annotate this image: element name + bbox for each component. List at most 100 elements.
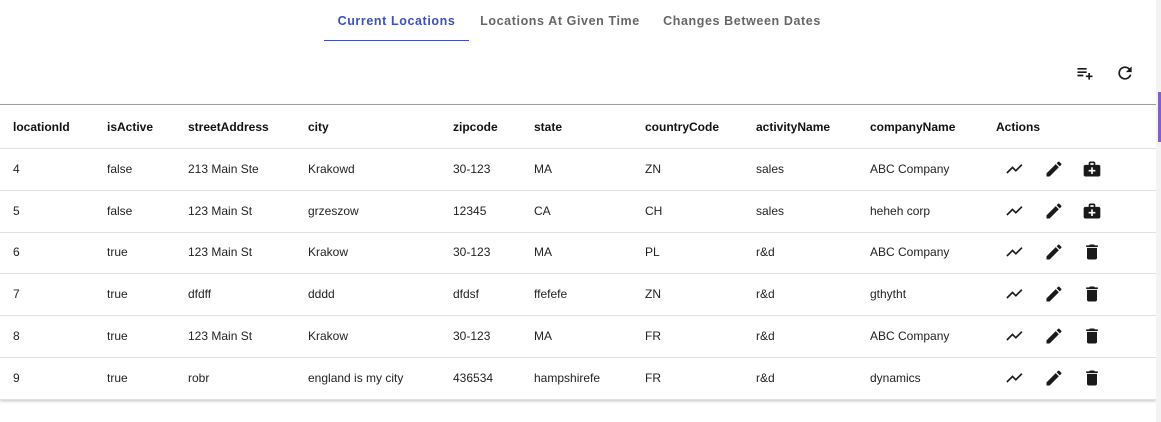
table-cell: 436534 [453, 370, 494, 385]
trend-icon [1006, 247, 1023, 258]
column-header: isActive [107, 119, 154, 134]
view-history-button[interactable] [1004, 232, 1026, 274]
refresh-button[interactable] [1109, 58, 1141, 88]
edit-button[interactable] [1043, 357, 1065, 399]
restore-button[interactable] [1081, 190, 1103, 232]
table-cell: CH [645, 203, 663, 218]
table-cell: 30-123 [453, 245, 491, 260]
column-header: streetAddress [188, 119, 269, 134]
trend-icon [1006, 205, 1023, 216]
table-cell: heheh corp [870, 203, 931, 218]
table-cell: 30-123 [453, 161, 491, 176]
table-row: 6 true 123 Main St Krakow 30-123 MA PL r&d ABC C… [0, 232, 1156, 275]
table-cell: ABC Company [870, 329, 950, 344]
edit-icon [1046, 328, 1062, 344]
trend-icon [1006, 331, 1023, 341]
table-cell: 5 [13, 203, 20, 218]
table-cell: MA [534, 161, 552, 176]
table-cell: 123 Main St [188, 203, 253, 218]
trend-icon [1006, 289, 1023, 299]
table-cell: 6 [13, 245, 20, 260]
table-cell: gthytht [870, 287, 907, 302]
table-row: 4 false 213 Main Ste Krakowd 30-123 MA ZN sales… [0, 148, 1156, 191]
delete-icon [1086, 286, 1098, 302]
edit-button[interactable] [1043, 315, 1065, 357]
scrollbar[interactable] [1156, 0, 1161, 422]
restore-icon [1083, 203, 1101, 219]
tab-changes-between-dates[interactable]: Changes Between Dates [660, 0, 824, 40]
table-cell: 30-123 [453, 329, 491, 344]
table-cell: CA [534, 203, 551, 218]
table-cell: true [107, 245, 128, 260]
table-cell: ZN [645, 287, 661, 302]
delete-button[interactable] [1081, 357, 1103, 399]
delete-button[interactable] [1081, 273, 1103, 315]
table-cell: true [107, 329, 128, 344]
add-location-button[interactable] [1069, 58, 1101, 88]
edit-icon [1046, 244, 1062, 260]
tab-current-locations[interactable]: Current Locations [324, 0, 469, 41]
table-cell: dfdff [188, 287, 212, 302]
delete-icon [1086, 244, 1098, 260]
view-history-button[interactable] [1004, 273, 1026, 315]
delete-button[interactable] [1081, 232, 1103, 274]
table-row: 7 true dfdff dddd dfdsf ffefefe ZN r&d gthytht [0, 273, 1156, 317]
view-history-button[interactable] [1004, 148, 1026, 190]
table-cell: ABC Company [870, 245, 950, 260]
table-cell: true [107, 370, 128, 385]
column-header-actions: Actions [996, 119, 1041, 134]
table-cell: 12345 [453, 203, 487, 218]
restore-icon [1083, 161, 1101, 177]
table-cell: ABC Company [870, 161, 950, 176]
table-cell: england is my city [308, 370, 404, 385]
table-cell: 9 [13, 370, 20, 385]
trend-icon [1006, 163, 1023, 174]
table-row: 5 false 123 Main St grzeszow 12345 CA CH sales h… [0, 190, 1156, 233]
edit-button[interactable] [1043, 273, 1065, 315]
edit-icon [1046, 370, 1062, 386]
edit-button[interactable] [1043, 232, 1065, 274]
view-history-button[interactable] [1004, 357, 1026, 399]
table-cell: dynamics [870, 370, 921, 385]
table-cell: dddd [308, 287, 335, 302]
delete-button[interactable] [1081, 315, 1103, 357]
table-cell: 7 [13, 287, 20, 302]
playlist-add-icon [1077, 68, 1093, 80]
table-cell: r&d [756, 370, 775, 385]
refresh-icon [1118, 66, 1132, 80]
edit-icon [1046, 161, 1062, 177]
column-header: locationId [13, 119, 70, 134]
table-cell: robr [188, 370, 210, 385]
table-cell: true [107, 287, 128, 302]
table-cell: 4 [13, 161, 20, 176]
column-header: state [534, 119, 563, 134]
table-cell: false [107, 203, 133, 218]
edit-button[interactable] [1043, 190, 1065, 232]
table-cell: MA [534, 245, 552, 260]
column-header: countryCode [645, 119, 720, 134]
trend-icon [1006, 372, 1023, 383]
table-row: 8 true 123 Main St Krakow 30-123 MA FR r&d ABC C… [0, 315, 1156, 358]
edit-icon [1046, 203, 1062, 219]
table-cell: hampshirefe [534, 370, 601, 385]
locations-table: locationId isActive streetAddress city z… [0, 104, 1156, 400]
table-cell: r&d [756, 329, 775, 344]
table-cell: FR [645, 329, 661, 344]
table-cell: dfdsf [453, 287, 480, 302]
table-cell: sales [756, 161, 785, 176]
table-cell: r&d [756, 287, 775, 302]
table-cell: Krakowd [308, 161, 355, 176]
view-history-button[interactable] [1004, 190, 1026, 232]
table-cell: grzeszow [308, 203, 359, 218]
tab-locations-at-given-time[interactable]: Locations At Given Time [478, 0, 642, 40]
restore-button[interactable] [1081, 148, 1103, 190]
table-cell: 123 Main St [188, 329, 253, 344]
edit-button[interactable] [1043, 148, 1065, 190]
table-row: 9 true robr england is my city 436534 hampshi… [0, 357, 1156, 400]
delete-icon [1086, 328, 1098, 344]
tab-bar: Current Locations Locations At Given Tim… [0, 0, 1161, 42]
table-cell: Krakow [308, 329, 349, 344]
view-history-button[interactable] [1004, 315, 1026, 357]
table-cell: Krakow [308, 245, 349, 260]
table-cell: false [107, 161, 133, 176]
